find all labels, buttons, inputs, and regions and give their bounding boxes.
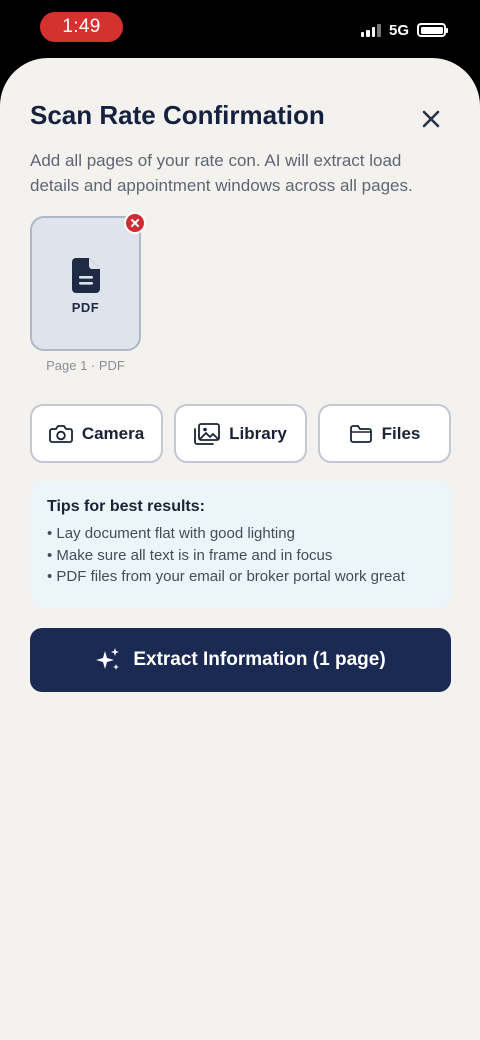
camera-button[interactable]: Camera (30, 404, 163, 463)
network-type: 5G (388, 21, 409, 39)
tip-item: • Lay document flat with good lighting (47, 525, 295, 542)
signal-icon (360, 23, 381, 37)
files-button[interactable]: Files (318, 404, 451, 463)
close-button[interactable] (416, 104, 446, 134)
photo-library-icon (194, 422, 221, 445)
battery-icon (417, 23, 448, 37)
extract-information-button[interactable]: Extract Information (1 page) (30, 628, 451, 692)
document-icon (71, 257, 100, 293)
camera-label: Camera (81, 423, 145, 443)
folder-icon (349, 424, 372, 443)
page-type-label: PDF (71, 299, 100, 315)
sheet-subtitle: Add all pages of your rate con. AI will … (30, 151, 413, 195)
camera-icon (48, 424, 73, 443)
remove-page-button[interactable] (124, 212, 146, 234)
status-bar: 1:49 5G (0, 0, 480, 58)
tip-item: • Make sure all text is in frame and in … (47, 546, 333, 564)
library-button[interactable]: Library (174, 404, 307, 463)
sheet-title: Scan Rate Confirmation (30, 100, 325, 130)
page-caption: Page 1 · PDF (46, 358, 125, 373)
tips-panel: Tips for best results: • Lay document fl… (30, 481, 451, 608)
tip-text: PDF files from your email or broker port… (56, 568, 405, 585)
tip-item: • PDF files from your email or broker po… (47, 568, 405, 585)
source-actions: Camera Library Files (30, 404, 451, 463)
sparkles-icon (96, 648, 120, 670)
extract-label: Extract Information (1 page) (133, 649, 386, 670)
tip-text: Make sure all text is in frame and in fo… (56, 546, 333, 564)
scan-sheet: Scan Rate Confirmation Add all pages of … (0, 58, 480, 1040)
files-label: Files (381, 423, 421, 443)
library-label: Library (229, 423, 287, 443)
close-icon (422, 110, 440, 128)
status-time[interactable]: 1:49 (40, 12, 123, 42)
status-indicators: 5G (360, 20, 448, 40)
tip-text: Lay document flat with good lighting (56, 525, 295, 542)
page-thumbnail[interactable]: PDF (30, 216, 141, 351)
tips-title: Tips for best results: (47, 498, 205, 515)
close-icon (131, 219, 139, 227)
